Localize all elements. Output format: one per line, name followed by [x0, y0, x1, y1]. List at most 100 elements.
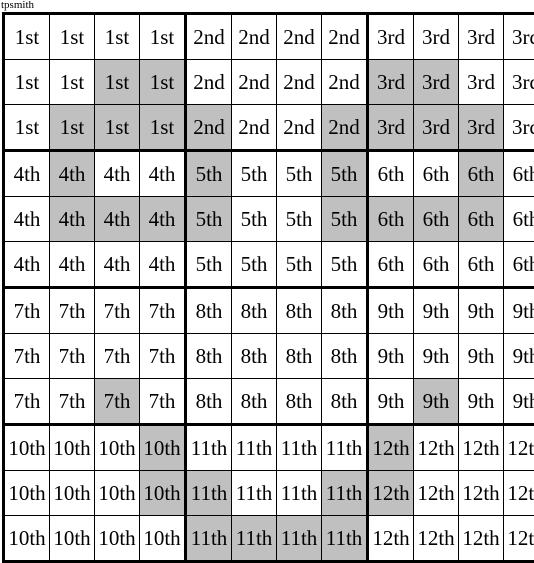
grid-cell: 12th: [459, 471, 504, 516]
grid-cell: 5th: [277, 151, 322, 197]
caption-text: tpsmith: [1, 0, 34, 11]
grid-cell: 11th: [186, 425, 232, 471]
grid-cell: 8th: [232, 379, 277, 425]
grid-cell: 1st: [95, 60, 140, 105]
grid-cell: 2nd: [232, 60, 277, 105]
grid-cell: 2nd: [322, 105, 368, 151]
grid-cell: 12th: [414, 425, 459, 471]
grid-cell: 4th: [140, 151, 186, 197]
grid-cell: 6th: [414, 242, 459, 288]
grid-cell: 4th: [50, 242, 95, 288]
grid-cell: 12th: [459, 516, 504, 562]
grid-row: 7th7th7th7th8th8th8th8th9th9th9th9th: [4, 379, 534, 425]
grid-cell: 1st: [95, 14, 140, 60]
grid-cell: 3rd: [504, 105, 534, 151]
grid-cell: 2nd: [277, 60, 322, 105]
grid-cell: 1st: [50, 105, 95, 151]
grid-cell: 5th: [186, 197, 232, 242]
grid-cell: 6th: [504, 151, 534, 197]
grid-cell: 2nd: [186, 14, 232, 60]
grid-cell: 2nd: [277, 14, 322, 60]
grid-cell: 4th: [4, 197, 50, 242]
grid-cell: 12th: [414, 516, 459, 562]
grid-cell: 11th: [322, 471, 368, 516]
grid-cell: 2nd: [186, 60, 232, 105]
grid-cell: 9th: [459, 379, 504, 425]
grid-cell: 7th: [50, 288, 95, 334]
grid-cell: 6th: [368, 197, 414, 242]
grid-row: 10th10th10th10th11th11th11th11th12th12th…: [4, 471, 534, 516]
grid-cell: 2nd: [322, 60, 368, 105]
grid-cell: 9th: [504, 288, 534, 334]
grid-cell: 12th: [368, 471, 414, 516]
grid-cell: 6th: [368, 151, 414, 197]
grid-cell: 9th: [459, 288, 504, 334]
grid-cell: 1st: [4, 105, 50, 151]
grid-cell: 8th: [277, 379, 322, 425]
grid-cell: 10th: [95, 516, 140, 562]
grid-cell: 7th: [4, 334, 50, 379]
grid-cell: 4th: [95, 197, 140, 242]
grid-cell: 1st: [4, 60, 50, 105]
grid-row: 1st1st1st1st2nd2nd2nd2nd3rd3rd3rd3rd: [4, 60, 534, 105]
grid-cell: 12th: [368, 516, 414, 562]
grid-cell: 6th: [414, 197, 459, 242]
grid-cell: 10th: [4, 516, 50, 562]
ordinal-grid-container: 1st1st1st1st2nd2nd2nd2nd3rd3rd3rd3rd1st1…: [2, 12, 532, 544]
grid-cell: 9th: [414, 379, 459, 425]
grid-cell: 4th: [4, 151, 50, 197]
grid-cell: 10th: [95, 471, 140, 516]
grid-cell: 9th: [504, 334, 534, 379]
grid-cell: 12th: [504, 425, 534, 471]
grid-cell: 2nd: [277, 105, 322, 151]
grid-cell: 6th: [504, 242, 534, 288]
grid-cell: 10th: [95, 425, 140, 471]
grid-cell: 11th: [186, 516, 232, 562]
grid-cell: 10th: [50, 471, 95, 516]
grid-cell: 11th: [277, 471, 322, 516]
grid-cell: 12th: [368, 425, 414, 471]
grid-cell: 4th: [95, 242, 140, 288]
grid-cell: 10th: [140, 471, 186, 516]
grid-cell: 4th: [95, 151, 140, 197]
grid-cell: 9th: [504, 379, 534, 425]
grid-cell: 7th: [95, 334, 140, 379]
grid-cell: 3rd: [368, 60, 414, 105]
grid-cell: 2nd: [232, 14, 277, 60]
grid-row: 7th7th7th7th8th8th8th8th9th9th9th9th: [4, 334, 534, 379]
grid-cell: 12th: [504, 516, 534, 562]
grid-row: 7th7th7th7th8th8th8th8th9th9th9th9th: [4, 288, 534, 334]
grid-cell: 5th: [322, 242, 368, 288]
grid-cell: 7th: [95, 379, 140, 425]
grid-cell: 5th: [232, 197, 277, 242]
grid-cell: 3rd: [368, 14, 414, 60]
grid-cell: 6th: [459, 242, 504, 288]
grid-cell: 2nd: [232, 105, 277, 151]
grid-cell: 9th: [368, 334, 414, 379]
grid-cell: 3rd: [504, 14, 534, 60]
grid-row: 10th10th10th10th11th11th11th11th12th12th…: [4, 425, 534, 471]
grid-cell: 7th: [50, 334, 95, 379]
grid-cell: 12th: [504, 471, 534, 516]
grid-cell: 11th: [277, 516, 322, 562]
grid-cell: 7th: [140, 334, 186, 379]
grid-cell: 6th: [459, 151, 504, 197]
grid-cell: 2nd: [322, 14, 368, 60]
grid-cell: 5th: [322, 151, 368, 197]
grid-cell: 1st: [50, 14, 95, 60]
grid-cell: 10th: [4, 425, 50, 471]
grid-cell: 11th: [322, 516, 368, 562]
grid-cell: 10th: [140, 425, 186, 471]
grid-cell: 4th: [140, 197, 186, 242]
grid-cell: 5th: [277, 197, 322, 242]
grid-cell: 5th: [277, 242, 322, 288]
grid-cell: 4th: [50, 197, 95, 242]
ordinal-grid-body: 1st1st1st1st2nd2nd2nd2nd3rd3rd3rd3rd1st1…: [4, 14, 534, 562]
grid-cell: 3rd: [414, 105, 459, 151]
grid-cell: 9th: [414, 334, 459, 379]
grid-cell: 6th: [504, 197, 534, 242]
grid-cell: 2nd: [186, 105, 232, 151]
grid-cell: 8th: [186, 288, 232, 334]
grid-cell: 1st: [4, 14, 50, 60]
grid-cell: 3rd: [459, 60, 504, 105]
